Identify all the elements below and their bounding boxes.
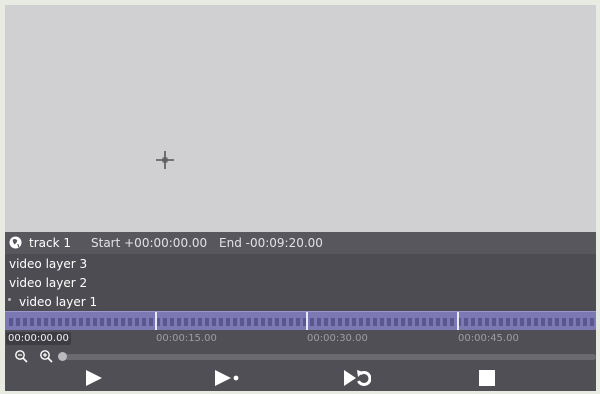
timeline-labels: 00:00:00.00 00:00:15.00 00:00:30.00 00:0…: [5, 330, 596, 348]
tick-label: 00:00:30.00: [307, 333, 368, 344]
layer-item-video-layer-3[interactable]: video layer 3: [9, 255, 87, 273]
play-icon[interactable]: [83, 367, 105, 389]
loop-icon[interactable]: [343, 367, 371, 389]
editor-window: track 1 Start +00:00:00.00 End -00:09:20…: [5, 5, 596, 391]
layer-selected-dot: [8, 298, 11, 301]
globe-icon[interactable]: [9, 236, 22, 249]
scrollbar-thumb[interactable]: [58, 352, 67, 361]
zoom-out-icon[interactable]: [14, 349, 28, 363]
timeline-scrollbar[interactable]: [58, 352, 596, 361]
tick-label: 00:00:45.00: [458, 333, 519, 344]
zoom-bar: [5, 348, 596, 364]
track-end-time: End -00:09:20.00: [219, 236, 323, 250]
track-start-time: Start +00:00:00.00: [91, 236, 208, 250]
current-time: 00:00:00.00: [6, 332, 71, 345]
crosshair-icon: [156, 151, 174, 169]
stop-icon[interactable]: [476, 367, 498, 389]
timeline-ruler[interactable]: [5, 311, 596, 331]
playback-controls: [5, 364, 596, 391]
zoom-in-icon[interactable]: [39, 349, 53, 363]
layer-item-video-layer-1[interactable]: video layer 1: [19, 293, 97, 311]
tick-label: 00:00:15.00: [156, 333, 217, 344]
track-name: track 1: [29, 236, 71, 250]
layer-item-video-layer-2[interactable]: video layer 2: [9, 274, 87, 292]
video-viewer[interactable]: [5, 5, 596, 232]
ruler-ticks: [9, 312, 594, 330]
layer-list: video layer 3 video layer 2 video layer …: [5, 254, 596, 311]
track-header: track 1 Start +00:00:00.00 End -00:09:20…: [5, 232, 596, 254]
play-next-icon[interactable]: [213, 367, 241, 389]
